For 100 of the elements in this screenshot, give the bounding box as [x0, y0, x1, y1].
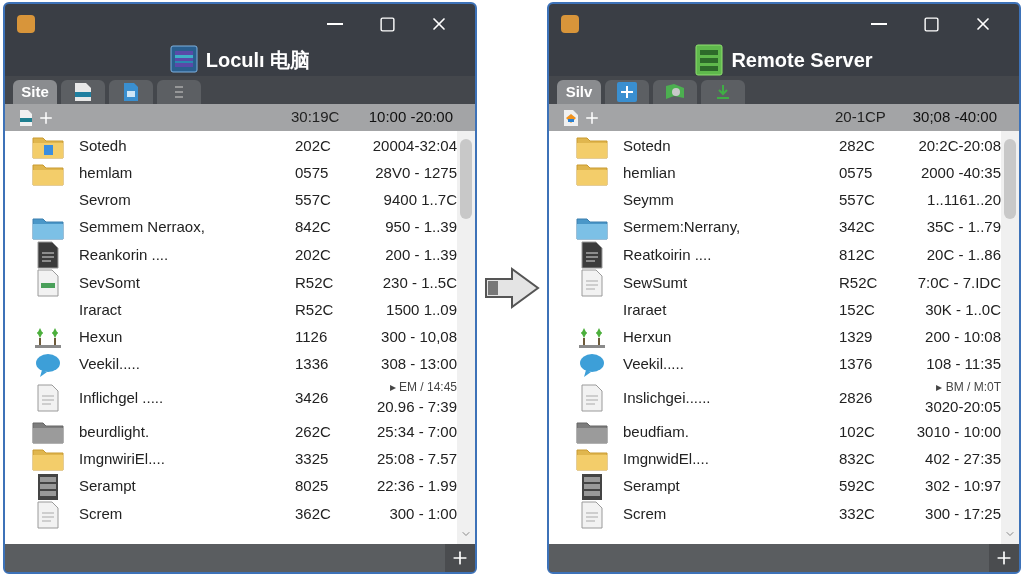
- file-name[interactable]: Screm: [623, 503, 839, 526]
- table-cell-text: 25:34 - 7:00: [376, 421, 457, 442]
- table-cell-text: 2826: [839, 388, 874, 408]
- file-name[interactable]: Serampt: [623, 475, 839, 498]
- column-header: 20-1CP: [835, 107, 887, 128]
- server-icon: [37, 472, 59, 501]
- file-name[interactable]: ImgnwiriEl....: [79, 447, 295, 471]
- table-cell-text: 108 - 11:35: [926, 354, 1001, 375]
- table-cell-text: 35C - 1..79: [926, 217, 1001, 238]
- table-cell-text: 812C: [839, 244, 876, 265]
- folder-icon: [576, 215, 608, 240]
- window-title: Remote Server: [731, 48, 873, 73]
- table-cell-text: 332C: [839, 504, 876, 525]
- table-cell-text: R52C: [839, 272, 879, 293]
- file-name[interactable]: hemlam: [79, 162, 295, 185]
- document-icon: [37, 500, 59, 529]
- table-cell-text: 832C: [839, 448, 876, 469]
- table-cell-text: 28V0 - 1275: [375, 163, 457, 184]
- file-name[interactable]: Hexun: [79, 326, 295, 349]
- scrollbar-thumb[interactable]: [460, 139, 472, 219]
- file-name[interactable]: beurdlight.: [79, 420, 295, 444]
- file-name[interactable]: Iraract: [79, 299, 295, 322]
- tab[interactable]: [61, 80, 105, 104]
- file-name[interactable]: Serampt: [79, 475, 295, 498]
- folder-icon: [32, 447, 64, 471]
- scrollbar-thumb[interactable]: [1004, 139, 1016, 219]
- table-cell-text: 102C: [839, 421, 876, 442]
- table-cell-text: 282C: [839, 136, 876, 157]
- tab[interactable]: [653, 80, 697, 104]
- folder-icon: [576, 447, 608, 471]
- speech-bubble-icon: [578, 351, 606, 378]
- table-cell-text: 1329: [839, 327, 874, 348]
- document-icon: [123, 82, 139, 102]
- table-cell-text: 202C: [295, 244, 332, 265]
- file-name[interactable]: Sermem:Nerrany,: [623, 216, 839, 239]
- table-cell-text: 300 - 17:25: [925, 504, 1001, 525]
- file-name[interactable]: ImgnwidEl....: [623, 447, 839, 471]
- table-cell-text: 342C: [839, 217, 876, 238]
- folder-icon: [32, 215, 64, 240]
- tab[interactable]: [109, 80, 153, 104]
- table-cell-text: 0575: [295, 163, 330, 184]
- file-name[interactable]: Iraraet: [623, 299, 839, 322]
- file-name[interactable]: Herxun: [623, 326, 839, 349]
- file-name[interactable]: beudfiam.: [623, 420, 839, 444]
- document-icon: [581, 384, 603, 413]
- table-cell-text: 1376: [839, 354, 874, 375]
- file-name[interactable]: Sotedn: [623, 135, 839, 158]
- table-cell-text: 300 - 1:00: [389, 504, 457, 525]
- list-icon: [173, 84, 185, 100]
- document-icon: [37, 384, 59, 413]
- table-cell-text: 557C: [839, 190, 876, 211]
- table-cell-text: 1..1161..20: [927, 190, 1001, 211]
- table-cell-text: 202C: [295, 136, 332, 157]
- table-cell-text: 0575: [839, 163, 874, 184]
- document-icon: [74, 82, 92, 102]
- table-cell-text: 20:2C-20:08: [918, 136, 1001, 157]
- file-name[interactable]: hemlian: [623, 162, 839, 185]
- add-button[interactable]: [989, 544, 1019, 572]
- file-name[interactable]: Semmem Nerraox,: [79, 216, 295, 239]
- table-cell-text: 25:08 - 7.57: [376, 448, 457, 469]
- scrollbar[interactable]: [1001, 131, 1019, 544]
- tab[interactable]: [605, 80, 649, 104]
- maximize-icon: [922, 15, 940, 33]
- table-cell-text: 302 - 10:97: [925, 476, 1001, 497]
- table-cell-text: 557C: [295, 190, 332, 211]
- table-cell-text: 7:0C - 7.IDC: [917, 272, 1001, 293]
- arrow-icon: [484, 267, 540, 309]
- monitor-icon: [169, 45, 198, 75]
- note-text: ▸ EM / 14:45: [389, 379, 457, 396]
- file-name[interactable]: Inflichgel .....: [79, 387, 295, 410]
- document-icon: [37, 269, 59, 297]
- table-cell-text: 1336: [295, 354, 330, 375]
- file-name[interactable]: Sotedh: [79, 135, 295, 158]
- file-name[interactable]: Inslichgei......: [623, 387, 839, 410]
- file-name[interactable]: Veekil.....: [79, 353, 295, 376]
- table-cell-text: R52C: [295, 300, 335, 321]
- table-cell-text: 3325: [295, 448, 330, 469]
- server-icon: [695, 44, 724, 76]
- file-name[interactable]: SevSomt: [79, 271, 295, 295]
- file-name[interactable]: Reankorin ....: [79, 243, 295, 267]
- table-cell-text: 1500 1..09: [386, 300, 457, 321]
- file-name[interactable]: Seymm: [623, 189, 839, 212]
- table-cell-text: 362C: [295, 504, 332, 525]
- file-name[interactable]: Veekil.....: [623, 353, 839, 376]
- table-cell-text: 20C - 1..86: [926, 244, 1001, 265]
- file-name[interactable]: Screm: [79, 503, 295, 526]
- table-cell-text: 152C: [839, 300, 876, 321]
- table-cell-text: 9400 1..7C: [383, 190, 457, 211]
- file-name[interactable]: SewSumt: [623, 271, 839, 295]
- column-header: 10:00 -20:00: [367, 107, 453, 128]
- file-name[interactable]: Sevrom: [79, 189, 295, 212]
- add-button[interactable]: [445, 544, 475, 572]
- table-cell-text: R52C: [295, 272, 335, 293]
- map-icon: [665, 83, 685, 101]
- document-icon: [563, 108, 579, 127]
- document-icon: [19, 108, 33, 127]
- dark-document-icon: [581, 241, 603, 269]
- scrollbar[interactable]: [457, 131, 475, 544]
- file-name[interactable]: Reatkoirin ....: [623, 243, 839, 267]
- folder-icon: [32, 161, 64, 186]
